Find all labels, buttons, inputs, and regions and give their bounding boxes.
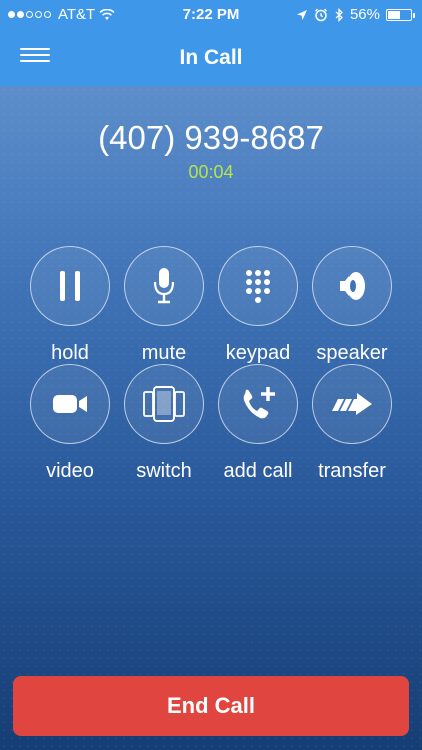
call-screen: (407) 939-8687 00:04 hold mute keypad sp… [0, 86, 422, 750]
transfer-circle [312, 364, 392, 444]
add-call-button[interactable]: add call [211, 364, 305, 483]
switch-circle [124, 364, 204, 444]
call-duration: 00:04 [188, 162, 234, 182]
keypad-circle [218, 246, 298, 326]
keypad-label: keypad [225, 342, 291, 364]
alarm-clock-icon [315, 8, 327, 21]
hold-label: hold [51, 342, 89, 364]
page-title: In Call [179, 46, 243, 69]
nav-bar: In Call [0, 30, 422, 86]
transfer-label: transfer [318, 460, 386, 482]
switch-devices-icon [143, 386, 185, 422]
add-call-icon [243, 387, 275, 419]
mute-label: mute [141, 342, 187, 364]
battery-percent: 56% [349, 6, 380, 23]
bluetooth-icon [335, 7, 343, 22]
pause-icon [60, 271, 80, 301]
location-arrow-icon [296, 9, 307, 20]
hold-circle [30, 246, 110, 326]
add-call-circle [218, 364, 298, 444]
video-camera-icon [53, 395, 87, 413]
switch-button[interactable]: switch [117, 364, 211, 483]
video-circle [30, 364, 110, 444]
hold-button[interactable]: hold [23, 246, 117, 365]
keypad-button[interactable]: keypad [211, 246, 305, 365]
speaker-label: speaker [316, 342, 388, 364]
end-call-button[interactable]: End Call [13, 676, 409, 736]
keypad-icon [246, 270, 270, 303]
status-right: 56% [296, 6, 415, 23]
speaker-circle [312, 246, 392, 326]
status-bar: AT&T 7:22 PM 56% [0, 0, 422, 30]
microphone-icon [153, 268, 175, 304]
battery-icon [386, 8, 415, 21]
speaker-button[interactable]: speaker [305, 246, 399, 365]
speaker-icon [340, 272, 365, 300]
switch-label: switch [136, 460, 192, 482]
call-number: (407) 939-8687 [98, 119, 324, 156]
transfer-button[interactable]: transfer [305, 364, 399, 483]
transfer-arrow-icon [332, 393, 372, 415]
add-call-label: add call [223, 460, 293, 482]
video-button[interactable]: video [23, 364, 117, 483]
mute-button[interactable]: mute [117, 246, 211, 365]
mute-circle [124, 246, 204, 326]
video-label: video [46, 460, 94, 482]
